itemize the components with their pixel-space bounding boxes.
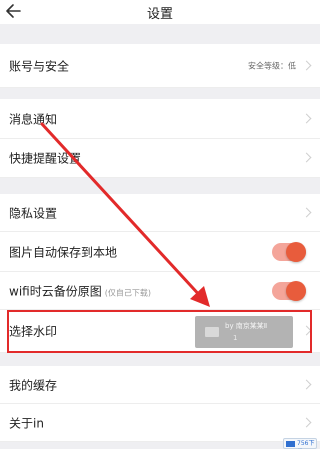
chevron-right-icon	[301, 152, 312, 163]
toggle-knob	[286, 241, 306, 262]
chevron-right-icon	[301, 417, 312, 427]
privacy-settings-label: 隐私设置	[9, 206, 58, 220]
message-notification-row[interactable]: 消息通知	[0, 99, 320, 139]
wifi-backup-toggle[interactable]	[272, 280, 306, 301]
site-logo-icon	[286, 441, 295, 447]
chevron-right-icon	[301, 60, 312, 70]
wifi-backup-row: wifi时云备份原图 (仅自己下载)	[0, 272, 320, 310]
toggle-knob	[286, 280, 306, 301]
quick-reminder-label: 快捷提醒设置	[9, 151, 82, 166]
account-security-row[interactable]: 账号与安全 安全等级：低	[0, 44, 320, 88]
chevron-right-icon	[301, 379, 312, 389]
wifi-backup-label: wifi时云备份原图 (仅自己下载)	[9, 282, 151, 299]
chevron-right-icon	[301, 207, 312, 217]
page-title: 设置	[146, 7, 173, 22]
wifi-backup-label-text: wifi时云备份原图	[9, 284, 102, 298]
quick-reminder-row[interactable]: 快捷提醒设置	[0, 139, 320, 178]
auto-save-row: 图片自动保存到本地	[0, 232, 320, 272]
about-row[interactable]: 关于in	[0, 404, 320, 442]
my-cache-row[interactable]: 我的缓存	[0, 366, 320, 404]
site-watermark-text: 756下载网	[297, 440, 315, 447]
top-bar: 设置	[0, 0, 320, 24]
chevron-right-icon	[301, 113, 312, 123]
wifi-backup-note: (仅自己下载)	[104, 288, 151, 297]
my-cache-label: 我的缓存	[9, 378, 58, 392]
auto-save-label: 图片自动保存到本地	[9, 245, 118, 259]
privacy-settings-row[interactable]: 隐私设置	[0, 194, 320, 232]
about-label: 关于in	[9, 416, 44, 430]
security-level-text: 安全等级：低	[248, 61, 296, 70]
annotation-highlight-box	[7, 310, 312, 353]
message-notification-label: 消息通知	[9, 112, 58, 126]
site-watermark-badge: 756下载网	[283, 438, 317, 449]
account-security-label: 账号与安全	[9, 59, 70, 73]
auto-save-toggle[interactable]	[272, 241, 306, 262]
